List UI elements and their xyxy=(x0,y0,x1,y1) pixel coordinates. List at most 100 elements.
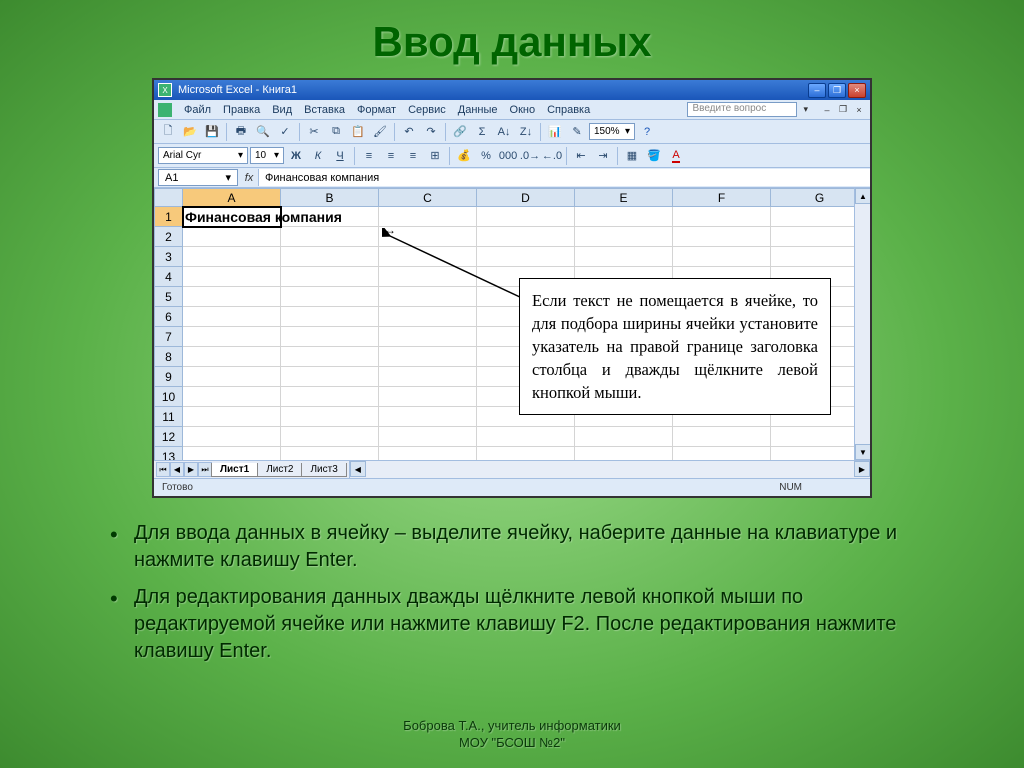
select-all-corner[interactable] xyxy=(155,189,183,207)
cell[interactable] xyxy=(281,347,379,367)
cell[interactable] xyxy=(673,427,771,447)
comma-icon[interactable]: 000 xyxy=(498,146,518,166)
column-header-c[interactable]: C xyxy=(379,189,477,207)
scroll-up-icon[interactable]: ▲ xyxy=(855,188,870,204)
column-header-b[interactable]: B xyxy=(281,189,379,207)
cell[interactable] xyxy=(281,287,379,307)
menu-window[interactable]: Окно xyxy=(504,104,542,116)
cell[interactable] xyxy=(379,347,477,367)
cell[interactable] xyxy=(281,307,379,327)
help-icon[interactable]: ? xyxy=(637,122,657,142)
drawing-icon[interactable]: ✎ xyxy=(567,122,587,142)
row-header[interactable]: 2 xyxy=(155,227,183,247)
scroll-track[interactable] xyxy=(366,461,854,478)
decrease-indent-icon[interactable]: ⇤ xyxy=(571,146,591,166)
cell[interactable] xyxy=(379,407,477,427)
cell[interactable] xyxy=(183,307,281,327)
scroll-left-icon[interactable]: ◀ xyxy=(350,461,366,477)
cell[interactable] xyxy=(281,387,379,407)
sheet-tab-1[interactable]: Лист1 xyxy=(211,463,258,477)
cell[interactable] xyxy=(183,267,281,287)
cell[interactable] xyxy=(281,367,379,387)
column-header-d[interactable]: D xyxy=(477,189,575,207)
cell[interactable] xyxy=(379,447,477,461)
row-header[interactable]: 4 xyxy=(155,267,183,287)
close-button[interactable]: × xyxy=(848,83,866,98)
percent-icon[interactable]: % xyxy=(476,146,496,166)
print-preview-icon[interactable]: 🔍 xyxy=(253,122,273,142)
autosum-icon[interactable]: Σ xyxy=(472,122,492,142)
menu-file[interactable]: Файл xyxy=(178,104,217,116)
scroll-track[interactable] xyxy=(855,204,870,444)
formula-input[interactable]: Финансовая компания xyxy=(258,169,870,186)
font-color-icon[interactable]: A xyxy=(666,146,686,166)
cell[interactable] xyxy=(281,427,379,447)
italic-button[interactable]: К xyxy=(308,146,328,166)
tab-nav-last-icon[interactable]: ⏭ xyxy=(198,462,212,477)
sheet-tab-2[interactable]: Лист2 xyxy=(257,463,302,477)
menu-insert[interactable]: Вставка xyxy=(298,104,351,116)
save-icon[interactable]: 💾 xyxy=(202,122,222,142)
minimize-button[interactable]: – xyxy=(808,83,826,98)
font-name-selector[interactable]: Arial Cyr ▾ xyxy=(158,147,248,164)
undo-icon[interactable]: ↶ xyxy=(399,122,419,142)
menu-help[interactable]: Справка xyxy=(541,104,596,116)
currency-icon[interactable]: 💰 xyxy=(454,146,474,166)
row-header[interactable]: 8 xyxy=(155,347,183,367)
chart-icon[interactable]: 📊 xyxy=(545,122,565,142)
paste-icon[interactable]: 📋 xyxy=(348,122,368,142)
underline-button[interactable]: Ч xyxy=(330,146,350,166)
fill-color-icon[interactable]: 🪣 xyxy=(644,146,664,166)
merge-center-icon[interactable]: ⊞ xyxy=(425,146,445,166)
font-size-selector[interactable]: 10 ▾ xyxy=(250,147,284,164)
cell[interactable] xyxy=(575,207,673,227)
doc-minimize-button[interactable]: – xyxy=(820,103,834,116)
sort-desc-icon[interactable]: Z↓ xyxy=(516,122,536,142)
name-box[interactable]: A1 ▾ xyxy=(158,169,238,186)
cell[interactable] xyxy=(281,247,379,267)
sort-asc-icon[interactable]: A↓ xyxy=(494,122,514,142)
increase-decimal-icon[interactable]: .0→ xyxy=(520,146,540,166)
cell[interactable] xyxy=(183,447,281,461)
row-header[interactable]: 6 xyxy=(155,307,183,327)
cell[interactable] xyxy=(379,227,477,247)
menu-edit[interactable]: Правка xyxy=(217,104,266,116)
cell[interactable] xyxy=(281,267,379,287)
maximize-button[interactable]: ❐ xyxy=(828,83,846,98)
decrease-decimal-icon[interactable]: ←.0 xyxy=(542,146,562,166)
column-header-e[interactable]: E xyxy=(575,189,673,207)
cell[interactable] xyxy=(673,247,771,267)
column-header-f[interactable]: F xyxy=(673,189,771,207)
copy-icon[interactable]: ⧉ xyxy=(326,122,346,142)
sheet-tab-3[interactable]: Лист3 xyxy=(301,463,346,477)
zoom-selector[interactable]: 150% ▾ xyxy=(589,123,635,140)
horizontal-scrollbar[interactable]: ◀ ▶ xyxy=(349,461,870,478)
menu-tools[interactable]: Сервис xyxy=(402,104,452,116)
cell[interactable] xyxy=(183,367,281,387)
row-header[interactable]: 7 xyxy=(155,327,183,347)
cell[interactable] xyxy=(575,447,673,461)
cell[interactable] xyxy=(379,267,477,287)
row-header[interactable]: 12 xyxy=(155,427,183,447)
cell[interactable] xyxy=(673,207,771,227)
cell[interactable] xyxy=(183,327,281,347)
align-right-icon[interactable]: ≡ xyxy=(403,146,423,166)
cell[interactable] xyxy=(281,447,379,461)
cell[interactable] xyxy=(183,387,281,407)
cell[interactable] xyxy=(281,327,379,347)
doc-restore-button[interactable]: ❐ xyxy=(836,103,850,116)
cell[interactable] xyxy=(379,307,477,327)
tab-nav-next-icon[interactable]: ▶ xyxy=(184,462,198,477)
cell[interactable] xyxy=(379,327,477,347)
cell[interactable] xyxy=(183,407,281,427)
cell[interactable] xyxy=(379,387,477,407)
cell[interactable] xyxy=(575,427,673,447)
tab-nav-prev-icon[interactable]: ◀ xyxy=(170,462,184,477)
row-header[interactable]: 1 xyxy=(155,207,183,227)
row-header[interactable]: 10 xyxy=(155,387,183,407)
cell[interactable] xyxy=(477,207,575,227)
doc-close-button[interactable]: × xyxy=(852,103,866,116)
row-header[interactable]: 13 xyxy=(155,447,183,461)
menu-data[interactable]: Данные xyxy=(452,104,504,116)
cell-a1[interactable]: Финансовая компания xyxy=(183,207,281,227)
